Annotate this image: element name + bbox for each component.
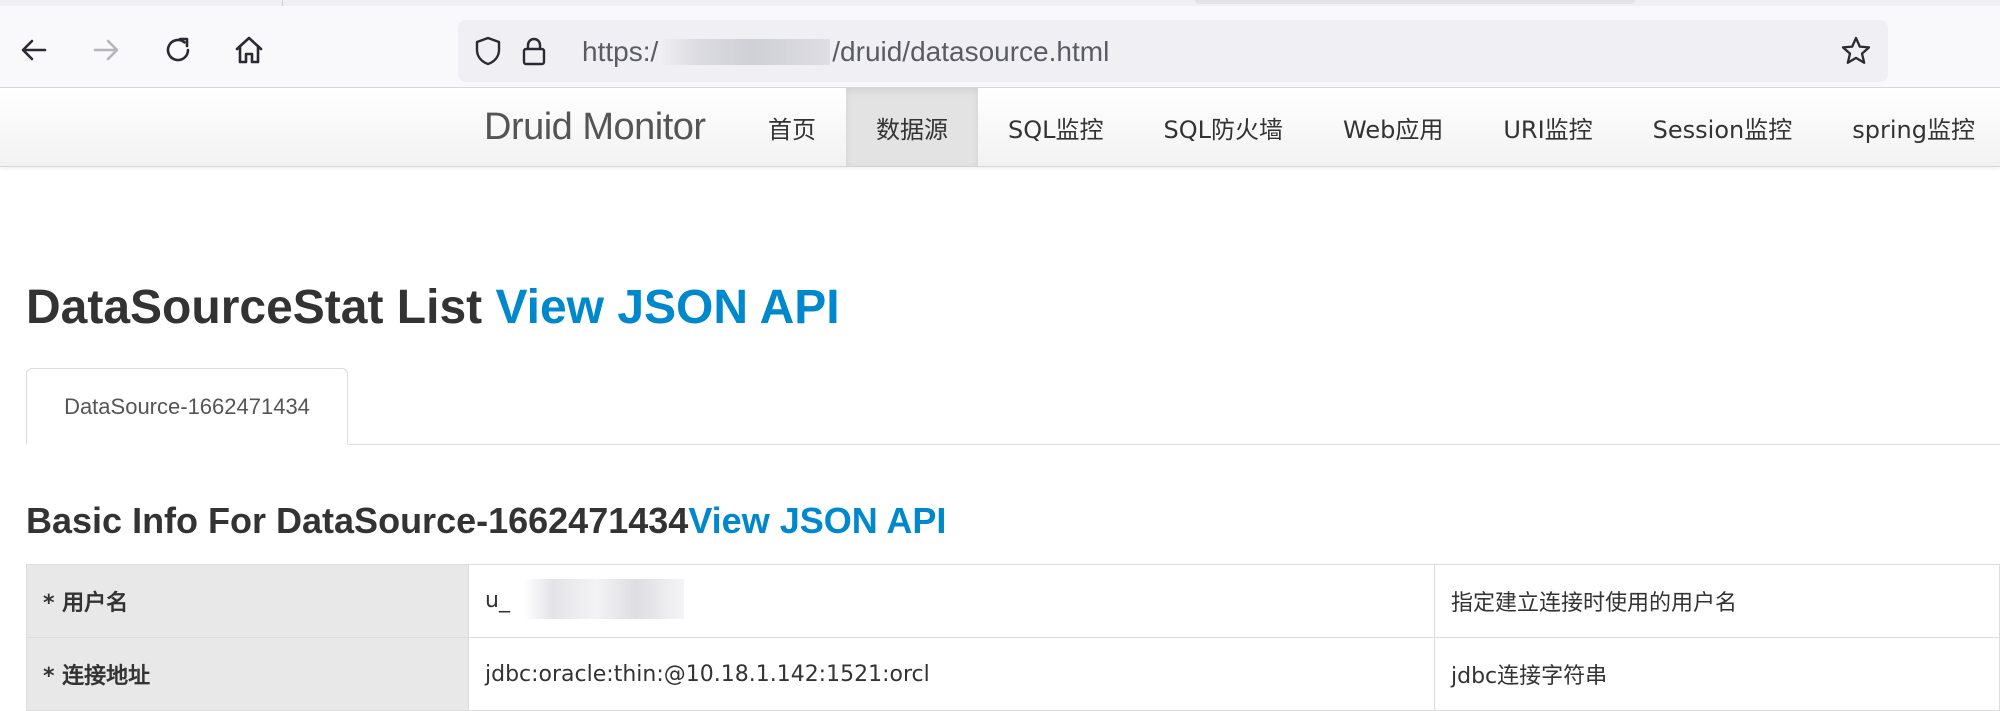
row-value: jdbc:oracle:thin:@10.18.1.142:1521:orcl: [468, 637, 1435, 711]
page-title-text: DataSourceStat List: [26, 281, 483, 334]
row-label: * 连接地址: [26, 637, 469, 711]
brand-logo[interactable]: Druid Monitor: [484, 106, 706, 148]
home-icon: [235, 36, 263, 64]
lock-icon[interactable]: [518, 35, 550, 67]
active-tab-edge: [1195, 0, 1635, 4]
nav-item-datasource[interactable]: 数据源: [846, 88, 978, 166]
table-row: * 连接地址 jdbc:oracle:thin:@10.18.1.142:152…: [26, 637, 2000, 711]
redacted-host: [660, 38, 831, 65]
home-button[interactable]: [227, 28, 271, 72]
nav-item-sql-firewall[interactable]: SQL防火墙: [1134, 88, 1314, 166]
username-value: u_: [485, 588, 510, 613]
redacted-username: [523, 579, 684, 619]
datasource-tabs: DataSource-1662471434: [26, 368, 2000, 445]
section-title: Basic Info For DataSource-1662471434View…: [26, 500, 946, 542]
url-text[interactable]: https:/ /druid/datasource.html: [582, 37, 1109, 67]
nav-item-uri-monitor[interactable]: URI监控: [1473, 88, 1622, 166]
row-label: * 用户名: [26, 564, 469, 638]
page-title: DataSourceStat List View JSON API: [26, 280, 840, 335]
section-view-json-api-link[interactable]: View JSON API: [688, 500, 946, 541]
url-scheme: https:/: [582, 36, 659, 67]
url-bar[interactable]: https:/ /druid/datasource.html: [458, 20, 1888, 82]
nav-links: 首页 数据源 SQL监控 SQL防火墙 Web应用 URI监控 Session监…: [738, 88, 2000, 166]
row-description: jdbc连接字符串: [1434, 637, 2000, 711]
back-arrow-icon: [21, 39, 47, 61]
app-navbar: Druid Monitor 首页 数据源 SQL监控 SQL防火墙 Web应用 …: [0, 88, 2000, 167]
basic-info-table: * 用户名 u_ 指定建立连接时使用的用户名 * 连接地址 jdbc:oracl…: [26, 564, 2000, 711]
nav-item-sql-monitor[interactable]: SQL监控: [978, 88, 1134, 166]
row-description: 指定建立连接时使用的用户名: [1434, 564, 2000, 638]
view-json-api-link[interactable]: View JSON API: [495, 281, 839, 334]
forward-button[interactable]: [84, 28, 128, 72]
row-value: u_: [468, 564, 1435, 638]
table-row: * 用户名 u_ 指定建立连接时使用的用户名: [26, 564, 2000, 638]
reload-button[interactable]: [156, 28, 200, 72]
shield-icon[interactable]: [472, 35, 504, 67]
nav-item-session-monitor[interactable]: Session监控: [1623, 88, 1823, 166]
nav-item-web-app[interactable]: Web应用: [1313, 88, 1473, 166]
tab-datasource[interactable]: DataSource-1662471434: [26, 368, 348, 445]
forward-arrow-icon: [93, 39, 119, 61]
nav-item-spring-monitor[interactable]: spring监控: [1822, 88, 2000, 166]
reload-icon: [166, 37, 190, 62]
star-icon[interactable]: [1840, 35, 1872, 67]
nav-item-home[interactable]: 首页: [738, 88, 846, 166]
section-title-text: Basic Info For DataSource-1662471434: [26, 500, 689, 541]
browser-toolbar: https:/ /druid/datasource.html: [0, 6, 2000, 88]
back-button[interactable]: [12, 28, 56, 72]
url-path: /druid/datasource.html: [832, 36, 1110, 67]
